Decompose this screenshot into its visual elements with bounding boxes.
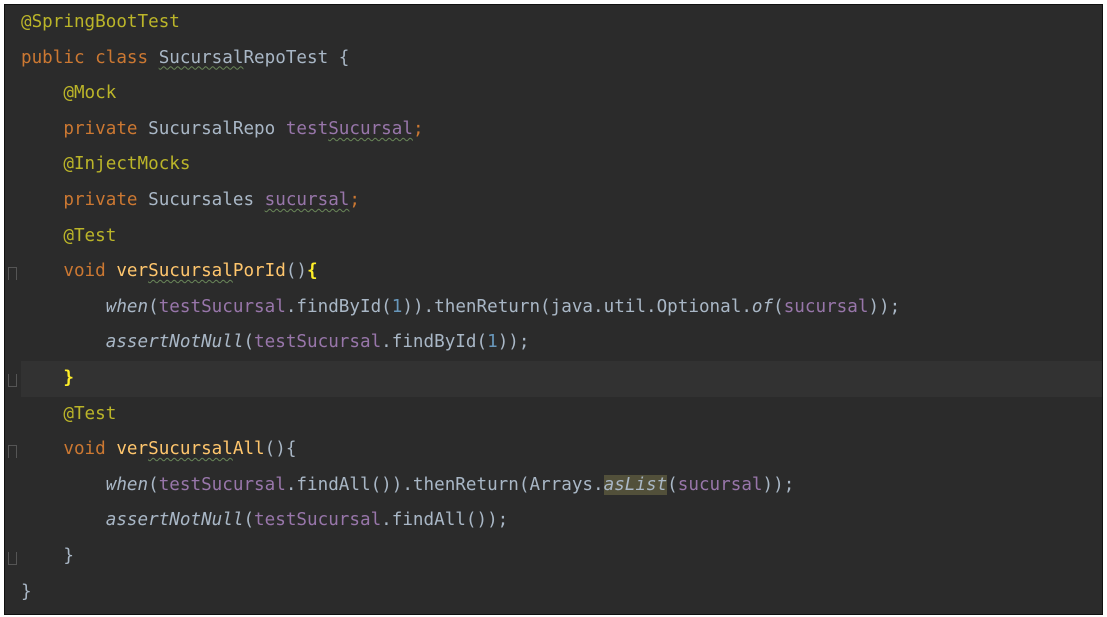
fold-gutter (5, 5, 21, 614)
code-token: private (63, 118, 149, 139)
code-token: ; (349, 189, 360, 210)
code-line[interactable]: private SucursalRepo testSucursal; (21, 112, 1102, 148)
code-token: Sucursal (148, 261, 233, 282)
code-token: .findById( (285, 296, 392, 317)
code-token: ver (116, 261, 149, 282)
code-token: testSucursal (254, 332, 382, 353)
code-token: testSucursal (158, 296, 286, 317)
code-token: } (21, 581, 32, 602)
code-token: ( (773, 296, 784, 317)
code-line[interactable]: @Test (21, 219, 1102, 255)
code-token: ver (116, 439, 149, 460)
code-token: RepoTest { (243, 47, 350, 68)
code-token: private (63, 189, 149, 210)
code-line[interactable]: @Mock (21, 76, 1102, 112)
code-token: ; (412, 118, 424, 139)
code-line[interactable]: when(testSucursal.findById(1)).thenRetur… (21, 290, 1102, 326)
code-token: { (307, 261, 318, 282)
code-line[interactable]: void verSucursalAll(){ (21, 432, 1102, 468)
code-token: of (751, 296, 774, 317)
code-token: Sucursales (148, 189, 265, 210)
code-token: ( (667, 474, 678, 495)
code-token: PorId (232, 261, 286, 282)
code-token: All (232, 439, 265, 460)
code-token: @Mock (63, 83, 117, 104)
code-token: testSucursal (158, 474, 286, 495)
code-line[interactable]: assertNotNull(testSucursal.findById(1)); (21, 325, 1102, 361)
code-line[interactable]: void verSucursalPorId(){ (21, 254, 1102, 290)
fold-open-icon[interactable] (8, 267, 17, 281)
code-token: asList (603, 474, 668, 495)
code-token: test (285, 118, 329, 139)
code-token: void (63, 261, 117, 282)
code-token: sucursal (677, 474, 763, 495)
code-token: Sucursal (148, 439, 233, 460)
code-token: sucursal (783, 296, 869, 317)
fold-open-icon[interactable] (8, 445, 17, 459)
code-token: Sucursal (328, 118, 413, 139)
code-token: Sucursal (158, 47, 244, 68)
code-editor[interactable]: @SpringBootTest public class SucursalRepo… (4, 4, 1103, 615)
code-line[interactable]: assertNotNull(testSucursal.findAll()); (21, 503, 1102, 539)
code-token: when (105, 474, 149, 495)
code-token: ( (243, 332, 255, 353)
code-token: testSucursal (254, 510, 382, 531)
code-token: when (105, 296, 149, 317)
code-token: )); (497, 332, 530, 353)
code-token: @SpringBootTest (21, 12, 180, 32)
code-line[interactable]: private Sucursales sucursal; (21, 183, 1102, 219)
code-area[interactable]: @SpringBootTest public class SucursalRepo… (21, 5, 1102, 610)
code-token: assertNotNull (105, 510, 244, 531)
code-token: ( (243, 510, 255, 531)
code-token: 1 (391, 296, 403, 317)
code-token: () (285, 261, 308, 282)
code-token: .findById( (381, 332, 488, 353)
code-token: )); (762, 474, 795, 495)
code-token: @InjectMocks (63, 154, 191, 175)
code-line[interactable]: @Test (21, 397, 1102, 433)
code-line[interactable]: public class SucursalRepoTest { (21, 41, 1102, 77)
code-token: sucursal (264, 189, 350, 210)
code-token: @Test (63, 403, 117, 424)
code-line[interactable]: @InjectMocks (21, 147, 1102, 183)
code-line[interactable]: } (21, 360, 1102, 397)
code-line[interactable]: when(testSucursal.findAll()).thenReturn(… (21, 468, 1102, 504)
code-token: )); (868, 296, 901, 317)
code-line[interactable]: } (21, 539, 1102, 575)
code-token: ( (148, 296, 159, 317)
code-token: void (63, 439, 117, 460)
code-token: } (63, 367, 74, 388)
code-token: (){ (264, 439, 297, 460)
code-token: ( (148, 474, 159, 495)
code-line[interactable]: @SpringBootTest (21, 5, 1102, 41)
code-line[interactable]: } (21, 575, 1102, 611)
code-token: } (63, 545, 74, 566)
code-token: )).thenReturn(java.util.Optional. (402, 296, 752, 317)
code-token: SucursalRepo (148, 118, 286, 139)
code-token: @Test (63, 225, 117, 246)
code-token: assertNotNull (105, 332, 244, 353)
code-token: .findAll()).thenReturn(Arrays. (285, 474, 604, 495)
fold-close-icon[interactable] (8, 374, 17, 387)
fold-close-icon[interactable] (8, 552, 17, 565)
code-token: .findAll()); (381, 510, 509, 531)
code-token: 1 (487, 332, 498, 353)
code-token: public class (21, 47, 159, 68)
